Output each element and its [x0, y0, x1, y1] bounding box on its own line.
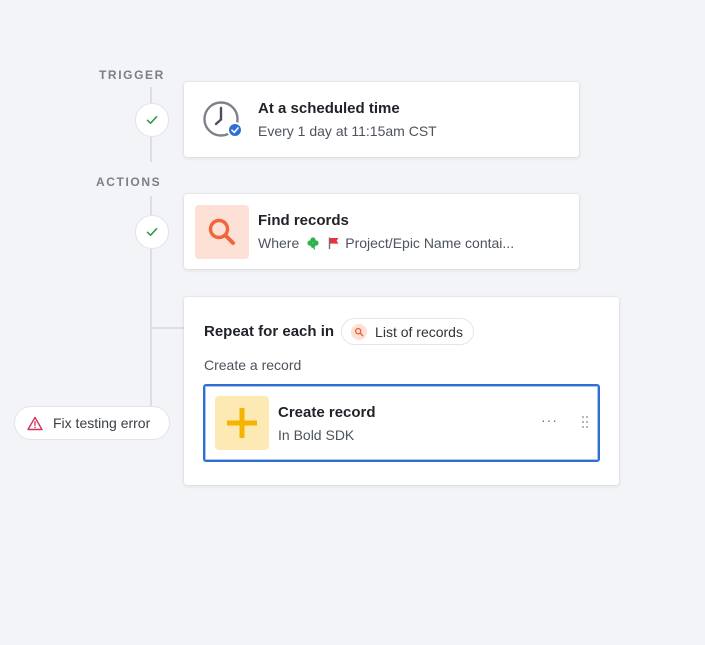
clock-icon — [200, 97, 246, 143]
clover-icon — [306, 236, 320, 250]
check-icon — [146, 116, 158, 124]
actions-section-label: ACTIONS — [96, 175, 162, 189]
create-step-subtitle: In Bold SDK — [278, 426, 355, 443]
pill-label: List of records — [375, 323, 463, 340]
find-step-where-label: Where — [258, 235, 300, 251]
list-of-records-pill[interactable]: List of records — [341, 318, 474, 345]
find-records-step-card[interactable]: Find records Where Project/Epic Name con… — [184, 194, 579, 269]
warning-icon — [27, 416, 43, 431]
trigger-status-node — [135, 103, 169, 137]
red-flag-icon — [327, 236, 341, 250]
trigger-step-subtitle: Every 1 day at 11:15am CST — [258, 123, 437, 139]
repeat-for-each-block[interactable]: Repeat for each in List of records Creat… — [184, 297, 619, 485]
trigger-section-label: TRIGGER — [99, 68, 165, 82]
repeat-header: Repeat for each in List of records — [204, 318, 474, 345]
search-icon — [195, 204, 249, 259]
automation-canvas: TRIGGER ACTIONS At a scheduled time Ever… — [0, 0, 705, 645]
fix-error-label: Fix testing error — [53, 415, 151, 431]
plus-icon — [215, 396, 269, 450]
find-step-title: Find records — [258, 212, 349, 229]
find-step-subtitle: Where Project/Epic Name contai... — [258, 235, 514, 251]
create-step-title: Create record — [278, 403, 376, 421]
repeat-title: Repeat for each in — [204, 323, 335, 340]
fix-testing-error-button[interactable]: Fix testing error — [14, 406, 170, 440]
drag-handle-icon[interactable] — [581, 415, 589, 434]
create-record-step-card[interactable]: Create record In Bold SDK ··· — [203, 384, 600, 462]
more-options-button[interactable]: ··· — [541, 412, 558, 428]
trigger-step-card[interactable]: At a scheduled time Every 1 day at 11:15… — [184, 82, 579, 157]
find-step-condition: Project/Epic Name contai... — [345, 235, 515, 251]
flow-branch-connector — [150, 327, 184, 329]
repeat-subhead: Create a record — [204, 357, 302, 373]
find-status-node — [135, 215, 169, 249]
search-icon — [351, 323, 368, 340]
check-icon — [146, 228, 158, 236]
trigger-step-title: At a scheduled time — [258, 100, 400, 117]
